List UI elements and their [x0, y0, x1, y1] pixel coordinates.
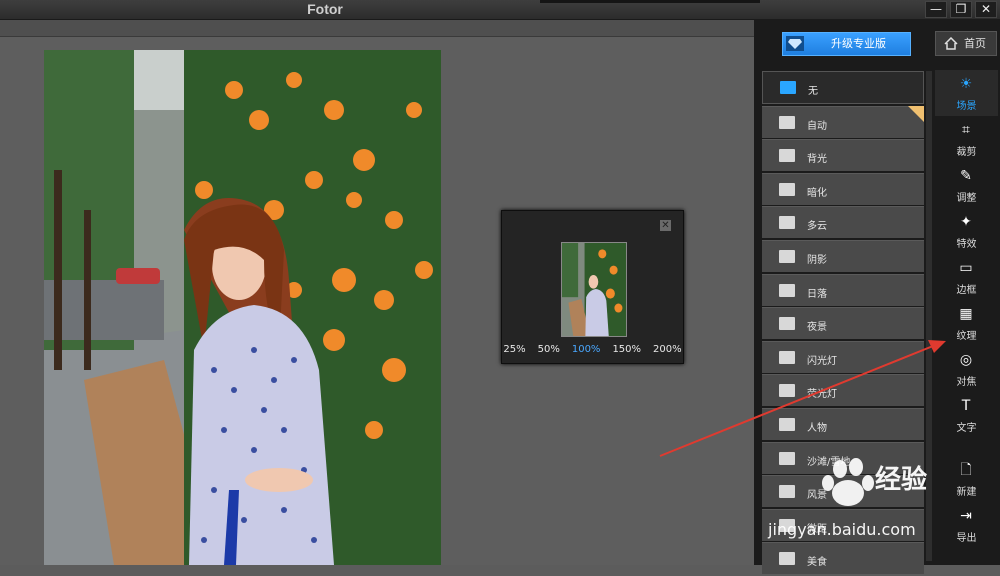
scene-label: 阴影 — [807, 254, 827, 266]
home-icon — [944, 37, 958, 50]
camera-icon — [779, 115, 795, 129]
crop-icon: ⌗ — [962, 122, 970, 138]
scene-item-backlight[interactable]: 背光 — [762, 139, 924, 172]
sparkle-icon: ✦ — [960, 214, 972, 230]
navigator-thumbnail[interactable] — [561, 242, 627, 337]
tool-label: 裁剪 — [956, 147, 977, 158]
tool-separator — [935, 438, 998, 456]
restore-button[interactable]: ❐ — [950, 1, 972, 18]
scene-label: 多云 — [807, 221, 827, 233]
tool-label: 场景 — [956, 101, 977, 112]
portrait-icon — [779, 417, 795, 431]
export-icon: ⇥ — [960, 508, 972, 524]
new-file-icon: 🗋 — [960, 462, 972, 478]
window-controls: — ❐ ✕ — [925, 1, 997, 18]
scene-label: 暗化 — [807, 187, 827, 199]
scene-item-sunset[interactable]: 日落 — [762, 273, 924, 306]
tool-effects[interactable]: ✦ 特效 — [935, 208, 998, 254]
text-icon: T — [961, 398, 971, 414]
home-label: 首页 — [964, 37, 986, 50]
tool-label: 边框 — [956, 285, 977, 296]
cloudy-icon — [779, 216, 795, 230]
navigator-window: ✕ 25% 50% 100% 150% 200% — [501, 210, 684, 364]
scene-item-auto[interactable]: 自动 — [762, 105, 924, 138]
flash-icon — [779, 350, 795, 364]
tool-frame[interactable]: ▭ 边框 — [935, 254, 998, 300]
scene-label: 闪光灯 — [807, 355, 837, 367]
scene-label: 自动 — [807, 120, 827, 132]
upgrade-label: 升级专业版 — [831, 37, 886, 50]
scene-label: 荧光灯 — [807, 389, 837, 401]
tool-scene[interactable]: ☀ 场景 — [935, 70, 998, 116]
scene-label: 夜景 — [807, 322, 827, 334]
scene-item-food[interactable]: 美食 — [762, 542, 924, 575]
zoom-levels: 25% 50% 100% 150% 200% — [502, 344, 683, 355]
texture-icon: ▦ — [959, 306, 973, 322]
scene-label: 人物 — [807, 422, 827, 434]
zoom-150[interactable]: 150% — [612, 344, 641, 355]
toolbar-strip — [0, 20, 754, 37]
edited-photo[interactable] — [44, 50, 441, 565]
scene-item-darken[interactable]: 暗化 — [762, 172, 924, 205]
scene-label: 无 — [808, 86, 818, 97]
premium-badge-icon — [908, 105, 924, 122]
close-button[interactable]: ✕ — [975, 1, 997, 18]
diamond-icon — [786, 36, 804, 51]
tool-label: 对焦 — [956, 377, 977, 388]
night-icon — [779, 317, 795, 331]
navigator-close-icon[interactable]: ✕ — [660, 220, 671, 231]
scene-item-fluorescent[interactable]: 荧光灯 — [762, 374, 924, 407]
scene-label: 美食 — [807, 557, 827, 569]
zoom-50[interactable]: 50% — [538, 344, 560, 355]
minimize-button[interactable]: — — [925, 1, 947, 18]
scene-label: 背光 — [807, 154, 827, 166]
scene-item-flash[interactable]: 闪光灯 — [762, 340, 924, 373]
tool-texture[interactable]: ▦ 纹理 — [935, 300, 998, 346]
thumbnail-image — [562, 243, 626, 336]
pencil-icon: ✎ — [960, 168, 972, 184]
sunset-icon — [779, 283, 795, 297]
focus-icon: ◎ — [959, 352, 973, 368]
home-button[interactable]: 首页 — [935, 31, 997, 56]
darken-icon — [779, 182, 795, 196]
frame-icon: ▭ — [959, 260, 973, 276]
backlight-icon — [779, 149, 795, 163]
scene-item-cloudy[interactable]: 多云 — [762, 206, 924, 239]
watermark-title: 经验 — [875, 465, 928, 495]
scene-item-night[interactable]: 夜景 — [762, 307, 924, 340]
scene-label: 日落 — [807, 288, 827, 300]
fluorescent-icon — [779, 384, 795, 398]
tool-adjust[interactable]: ✎ 调整 — [935, 162, 998, 208]
title-bar: Fotor — ❐ ✕ — [0, 0, 1000, 20]
tool-label: 特效 — [956, 239, 977, 250]
tool-label: 文字 — [956, 423, 977, 434]
tool-crop[interactable]: ⌗ 裁剪 — [935, 116, 998, 162]
app-title: Fotor — [307, 1, 343, 17]
zoom-200[interactable]: 200% — [653, 344, 682, 355]
none-icon — [780, 81, 796, 94]
scene-item-portrait[interactable]: 人物 — [762, 407, 924, 440]
zoom-25[interactable]: 25% — [503, 344, 525, 355]
upgrade-button[interactable]: 升级专业版 — [782, 32, 911, 56]
food-icon — [779, 552, 795, 566]
watermark-url: jingyan.baidu.com — [768, 520, 916, 539]
sun-icon: ☀ — [959, 76, 973, 92]
tool-label: 纹理 — [956, 331, 977, 342]
tool-focus[interactable]: ◎ 对焦 — [935, 346, 998, 392]
photo-image — [44, 50, 441, 565]
tool-text[interactable]: T 文字 — [935, 392, 998, 438]
zoom-100[interactable]: 100% — [572, 344, 601, 355]
scene-item-shadow[interactable]: 阴影 — [762, 239, 924, 272]
tool-label: 调整 — [956, 193, 977, 204]
scene-item-none[interactable]: 无 — [762, 71, 924, 104]
shadow-icon — [779, 249, 795, 263]
